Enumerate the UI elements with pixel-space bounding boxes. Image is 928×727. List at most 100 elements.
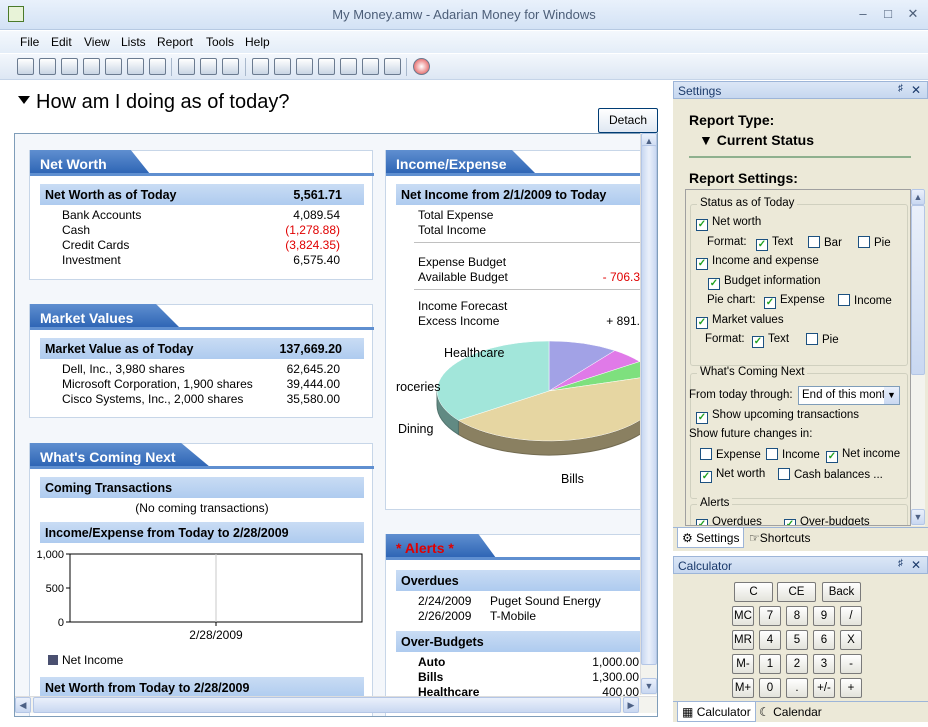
from-today-select[interactable]: End of this mont ▼ [798, 386, 900, 405]
menu-view[interactable]: View [84, 35, 110, 49]
calc-key-ce[interactable]: CE [777, 582, 816, 602]
show-upcoming-checkbox[interactable]: ✓ Show upcoming transactions [696, 409, 859, 424]
close-icon[interactable]: ✕ [911, 558, 921, 572]
report-horizontal-scrollbar[interactable]: ◀ ▶ [15, 696, 657, 713]
net-worth-row[interactable]: Investment [62, 253, 121, 268]
market-values-checkbox[interactable]: ✓ Market values [696, 314, 784, 329]
market-row-label[interactable]: Cisco Systems, Inc., 2,000 shares [62, 392, 243, 407]
ie-row-label[interactable]: Available Budget [418, 270, 508, 285]
tab-settings[interactable]: ⚙ Settings [677, 528, 745, 548]
collapse-triangle-icon[interactable] [18, 96, 30, 104]
remove-icon[interactable] [200, 58, 217, 75]
tab-calendar[interactable]: ☾ Calendar [755, 702, 826, 722]
mv-pie-checkbox[interactable]: Pie [806, 333, 839, 346]
calc-key-c[interactable]: C [734, 582, 773, 602]
net-worth-forecast-band[interactable]: Net Worth from Today to 2/28/2009 [40, 677, 364, 698]
forward-icon[interactable] [127, 58, 144, 75]
overdue-payee[interactable]: T-Mobile [490, 609, 536, 624]
back-icon[interactable] [105, 58, 122, 75]
expense-pie-chart[interactable] [436, 341, 658, 481]
scroll-down-icon[interactable]: ▼ [641, 678, 657, 694]
menu-help[interactable]: Help [245, 35, 270, 49]
calc-key[interactable]: 3 [813, 654, 835, 674]
ie-row-label[interactable]: Expense Budget [418, 255, 506, 270]
tab-calculator[interactable]: ▦ Calculator [677, 702, 756, 722]
add-icon[interactable] [178, 58, 195, 75]
income-checkbox[interactable]: Income [838, 294, 892, 307]
menu-report[interactable]: Report [157, 35, 193, 49]
overdue-date[interactable]: 2/26/2009 [418, 609, 471, 624]
calc-key[interactable]: / [840, 606, 862, 626]
previous-icon[interactable] [274, 58, 291, 75]
calc-key[interactable]: 0 [759, 678, 781, 698]
calc-key[interactable]: M- [732, 654, 754, 674]
mv-text-checkbox[interactable]: ✓ Text [752, 333, 789, 348]
ie-row-label[interactable]: Excess Income [418, 314, 499, 329]
refresh-icon[interactable] [222, 58, 239, 75]
calc-key[interactable]: MR [732, 630, 754, 650]
maximize-icon[interactable]: □ [880, 6, 896, 22]
calc-key[interactable]: MC [732, 606, 754, 626]
calc-key[interactable]: 1 [759, 654, 781, 674]
last-icon[interactable] [318, 58, 335, 75]
report-type-value[interactable]: ▼ Current Status [699, 132, 814, 148]
scroll-down-icon[interactable]: ▼ [911, 509, 925, 525]
net-worth-row[interactable]: Bank Accounts [62, 208, 141, 223]
menu-edit[interactable]: Edit [51, 35, 72, 49]
chevron-down-icon[interactable]: ▼ [884, 387, 899, 404]
overdues-band[interactable]: Overdues [396, 570, 657, 591]
calc-key[interactable]: - [840, 654, 862, 674]
checklist-icon[interactable] [149, 58, 166, 75]
scroll-thumb[interactable] [641, 145, 657, 665]
ie-row-label[interactable]: Total Income [418, 223, 486, 238]
pin-icon[interactable]: ♯ [898, 83, 903, 94]
open-icon[interactable] [39, 58, 56, 75]
calc-key[interactable]: 8 [786, 606, 808, 626]
new-icon[interactable] [17, 58, 34, 75]
over-budgets-checkbox[interactable]: ✓ Over-budgets [784, 516, 870, 525]
first-icon[interactable] [252, 58, 269, 75]
calc-key[interactable]: M+ [732, 678, 754, 698]
menu-file[interactable]: File [20, 35, 39, 49]
calc-key[interactable]: 7 [759, 606, 781, 626]
close-icon[interactable]: ✕ [911, 83, 921, 97]
next-icon[interactable] [296, 58, 313, 75]
calc-key[interactable]: 9 [813, 606, 835, 626]
menu-lists[interactable]: Lists [121, 35, 146, 49]
market-values-band[interactable]: Market Value as of Today 137,669.20 [40, 338, 364, 359]
overdue-date[interactable]: 2/24/2009 [418, 594, 471, 609]
save-icon[interactable] [61, 58, 78, 75]
over-budgets-band[interactable]: Over-Budgets [396, 631, 657, 652]
text-checkbox[interactable]: ✓ Text [756, 236, 793, 251]
income-expense-checkbox[interactable]: ✓ Income and expense [696, 255, 819, 270]
calc-key[interactable]: 4 [759, 630, 781, 650]
calc-key-back[interactable]: Back [822, 582, 861, 602]
scroll-thumb[interactable] [911, 205, 925, 375]
calc-key[interactable]: 5 [786, 630, 808, 650]
overdue-payee[interactable]: Puget Sound Energy [490, 594, 601, 609]
close-icon[interactable]: ✕ [905, 6, 921, 22]
report-vertical-scrollbar[interactable]: ▲ ▼ [640, 133, 657, 695]
ie-row-label[interactable]: Income Forecast [418, 299, 507, 314]
pie-checkbox[interactable]: Pie [858, 236, 891, 249]
over-budget-label[interactable]: Bills [418, 670, 443, 685]
minimize-icon[interactable]: – [855, 6, 871, 22]
coming-transactions-band[interactable]: Coming Transactions [40, 477, 364, 498]
market-row-label[interactable]: Microsoft Corporation, 1,900 shares [62, 377, 253, 392]
net-worth-band[interactable]: Net Worth as of Today 5,561.71 [40, 184, 364, 205]
delete-transaction-icon[interactable] [384, 58, 401, 75]
fc-expense-checkbox[interactable]: Expense [700, 448, 761, 461]
bar-checkbox[interactable]: Bar [808, 236, 842, 249]
edit-transaction-icon[interactable] [362, 58, 379, 75]
budget-info-checkbox[interactable]: ✓ Budget information [708, 275, 821, 290]
calc-key[interactable]: +/- [813, 678, 835, 698]
net-worth-checkbox[interactable]: ✓ Net worth [696, 216, 761, 231]
expense-checkbox[interactable]: ✓ Expense [764, 294, 825, 309]
fc-net-worth-checkbox[interactable]: ✓ Net worth [700, 468, 765, 483]
calc-key[interactable]: + [840, 678, 862, 698]
tab-shortcuts[interactable]: ☞Shortcuts [745, 528, 814, 548]
calc-key[interactable]: . [786, 678, 808, 698]
page-title[interactable]: How am I doing as of today? [18, 91, 289, 114]
settings-scrollbar[interactable]: ▲ ▼ [911, 189, 925, 526]
calc-key[interactable]: 6 [813, 630, 835, 650]
